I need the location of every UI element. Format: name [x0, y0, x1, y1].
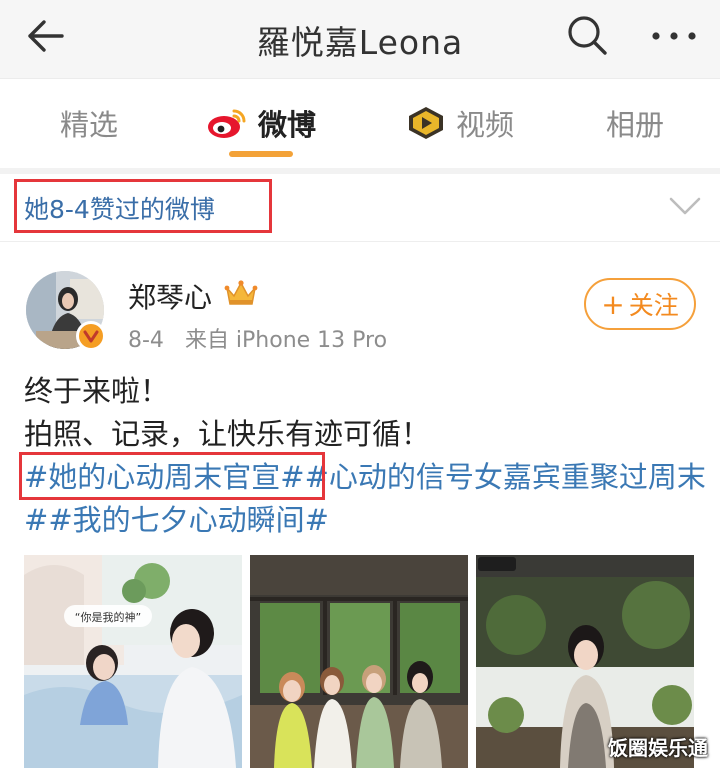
post-meta: 8-4 来自 iPhone 13 Pro: [128, 322, 401, 354]
chevron-down-icon[interactable]: [668, 194, 702, 218]
video-play-icon: [409, 107, 443, 139]
tab-label: 相册: [606, 108, 665, 142]
plus-icon: +: [601, 287, 625, 321]
username[interactable]: 郑琴心: [128, 276, 212, 316]
weibo-logo-icon: [208, 109, 246, 138]
profile-tabs: 精选 微博 视频 相册: [0, 78, 720, 168]
tab-label: 精选: [60, 108, 119, 142]
follow-label: 关注: [628, 291, 679, 320]
verified-badge-icon: [76, 321, 106, 351]
tab-weibo[interactable]: 微博: [206, 101, 316, 145]
page-title: 羅悦嘉Leona: [256, 23, 464, 62]
active-tab-indicator: [229, 151, 293, 157]
tab-featured[interactable]: 精选: [60, 101, 118, 145]
filter-bar: 她8-4赞过的微博: [0, 174, 720, 242]
tab-label: 微博: [258, 108, 317, 142]
post-photo-1[interactable]: “你是我的神”: [24, 555, 242, 768]
tab-album[interactable]: 相册: [606, 101, 664, 145]
more-icon[interactable]: [648, 14, 700, 58]
photo-caption: “你是我的神”: [75, 610, 141, 624]
search-icon[interactable]: [564, 12, 610, 58]
post-source: 来自 iPhone 13 Pro: [184, 328, 388, 353]
watermark: 饭圈娱乐通: [608, 736, 708, 760]
highlight-box: [19, 452, 325, 500]
topic-link[interactable]: #我的七夕心动瞬间#: [48, 503, 329, 537]
post-line: 终于来啦！: [24, 374, 170, 408]
post-date: 8-4: [128, 328, 164, 353]
top-nav-bar: 羅悦嘉Leona: [0, 0, 720, 78]
follow-button[interactable]: + 关注: [584, 278, 696, 330]
post-line: 拍照、记录，让快乐有迹可循！: [24, 417, 431, 451]
crown-icon: [224, 280, 258, 305]
tab-video[interactable]: 视频: [406, 101, 514, 145]
highlight-box: [14, 179, 272, 233]
tab-label: 视频: [456, 108, 515, 142]
post-photo-2[interactable]: [250, 555, 468, 768]
